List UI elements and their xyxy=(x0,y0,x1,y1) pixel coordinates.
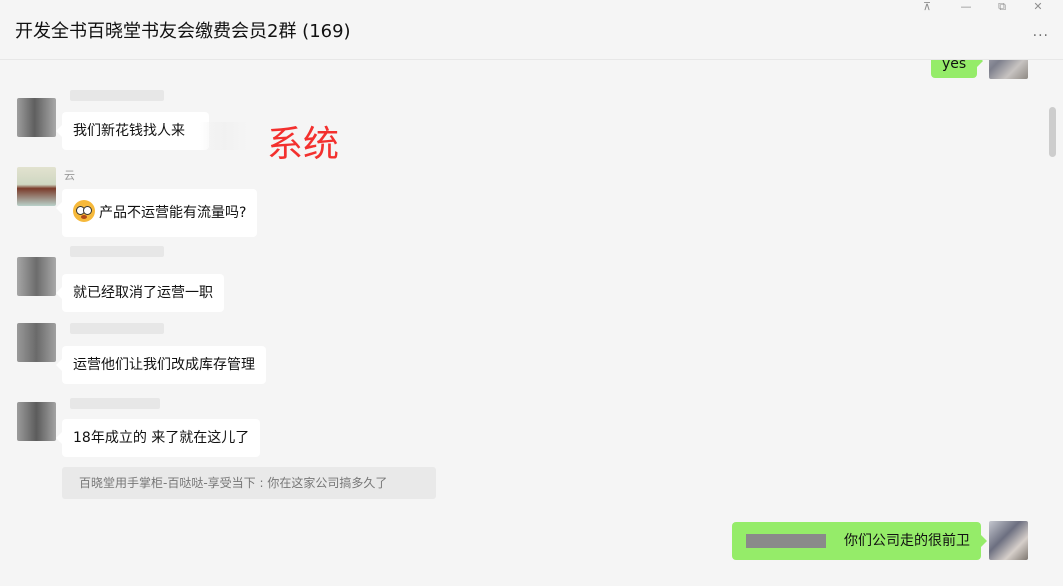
message-bubble[interactable]: 产品不运营能有流量吗? xyxy=(55,189,258,237)
surprised-face-icon xyxy=(73,200,95,222)
sender-name: 云 xyxy=(64,169,75,182)
avatar[interactable] xyxy=(17,323,56,362)
minimize-icon[interactable]: — xyxy=(957,0,975,13)
message-bubble[interactable]: 我们新花钱找人来 xyxy=(56,112,209,150)
scrollbar-thumb[interactable] xyxy=(1049,107,1056,157)
redacted-text-block xyxy=(746,534,826,548)
avatar[interactable] xyxy=(989,521,1028,560)
message-text: yes xyxy=(942,60,967,72)
message-text: 就已经取消了运营一职 xyxy=(73,285,213,301)
message-bubble[interactable]: 运营他们让我们改成库存管理 xyxy=(56,346,266,384)
message-bubble[interactable]: yes xyxy=(931,60,984,78)
chat-header: 开发全书百晓堂书友会缴费会员2群 (169) ⊼ — ⧉ ✕ ··· xyxy=(0,0,1063,60)
avatar[interactable] xyxy=(17,167,56,206)
avatar[interactable] xyxy=(17,98,56,137)
avatar[interactable] xyxy=(17,257,56,296)
message-bubble[interactable]: 你们公司走的很前卫 xyxy=(732,522,987,560)
message-text: 18年成立的 来了就在这儿了 xyxy=(73,430,250,446)
more-options-icon[interactable]: ··· xyxy=(1033,28,1049,44)
message-bubble[interactable]: 就已经取消了运营一职 xyxy=(56,274,224,312)
message-text: 我们新花钱找人来 xyxy=(73,123,185,139)
message-text: 你们公司走的很前卫 xyxy=(844,533,970,549)
chat-title[interactable]: 开发全书百晓堂书友会缴费会员2群 (169) xyxy=(15,17,351,43)
quoted-text: 百晓堂用手掌柜-百哒哒-享受当下 : 你在这家公司搞多久了 xyxy=(79,476,388,490)
annotation-label: 系统 xyxy=(267,124,340,165)
message-list[interactable]: yes 我们新花钱找人来 系统 云 产品不运营能有流量吗? 就已经取消了运营一职… xyxy=(0,60,1063,586)
message-text: 产品不运营能有流量吗? xyxy=(99,205,247,221)
sender-name-blurred xyxy=(70,323,164,334)
maximize-icon[interactable]: ⧉ xyxy=(993,0,1011,14)
avatar[interactable] xyxy=(17,402,56,441)
pin-icon[interactable]: ⊼ xyxy=(918,0,936,13)
close-icon[interactable]: ✕ xyxy=(1029,0,1047,13)
quoted-message[interactable]: 百晓堂用手掌柜-百哒哒-享受当下 : 你在这家公司搞多久了 xyxy=(62,467,436,499)
message-bubble[interactable]: 18年成立的 来了就在这儿了 xyxy=(55,419,261,457)
sender-name-blurred xyxy=(70,90,164,101)
blurred-region xyxy=(200,122,248,150)
sender-name-blurred xyxy=(70,246,164,257)
sender-name-blurred xyxy=(70,398,160,409)
message-text: 运营他们让我们改成库存管理 xyxy=(73,357,255,373)
avatar[interactable] xyxy=(989,60,1028,79)
